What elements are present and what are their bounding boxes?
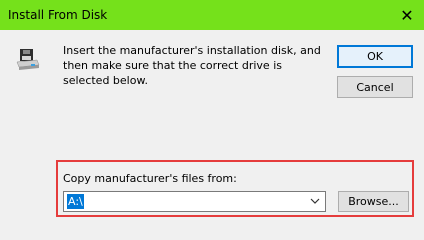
ok-button[interactable]: OK — [337, 45, 413, 68]
chevron-down-icon[interactable] — [309, 195, 321, 207]
title-bar: Install From Disk ✕ — [0, 0, 424, 30]
cancel-button[interactable]: Cancel — [337, 76, 413, 98]
instruction-text: Insert the manufacturer's installation d… — [63, 44, 321, 87]
copy-from-value[interactable]: A:\ — [67, 194, 84, 209]
floppy-disk-icon — [16, 49, 40, 70]
close-button[interactable]: ✕ — [390, 0, 424, 30]
window-title: Install From Disk — [8, 8, 108, 22]
copy-from-label: Copy manufacturer's files from: — [63, 172, 237, 185]
browse-button[interactable]: Browse... — [338, 191, 409, 212]
copy-from-combobox[interactable]: A:\ — [63, 191, 326, 212]
close-icon: ✕ — [400, 5, 414, 25]
